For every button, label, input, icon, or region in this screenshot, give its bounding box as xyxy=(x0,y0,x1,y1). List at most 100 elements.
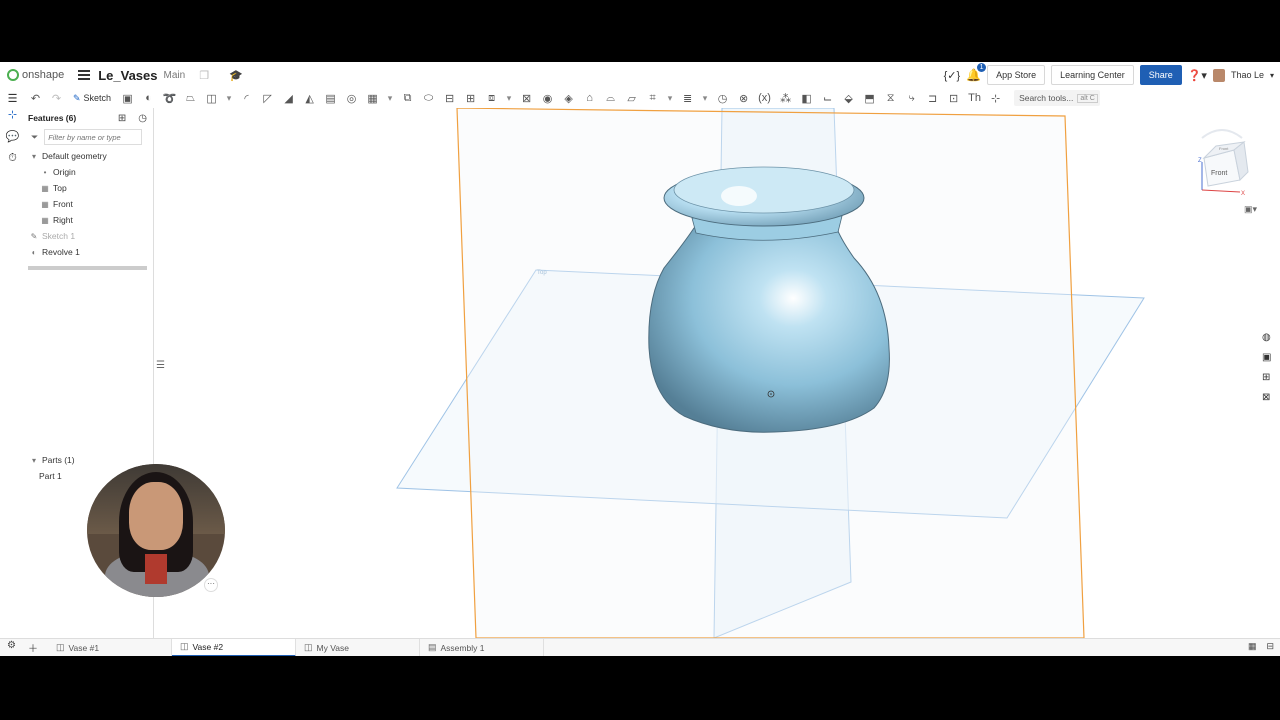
default-geometry-item[interactable]: ▾ Default geometry xyxy=(25,148,153,164)
front-plane-item[interactable]: ▦ Front xyxy=(25,196,153,212)
chevron-down-icon[interactable]: ▾ xyxy=(222,93,236,104)
transform-icon[interactable]: ⊞ xyxy=(460,92,481,105)
graphics-viewport[interactable]: Top xyxy=(154,107,1280,639)
delete-part-icon[interactable]: ⊠ xyxy=(516,92,537,105)
copy-icon[interactable]: ❐ xyxy=(199,69,209,82)
chevron-down-icon[interactable]: ▾ xyxy=(502,93,516,104)
sheet-metal-icon[interactable]: ◧ xyxy=(796,92,817,105)
form-icon[interactable]: ⤷ xyxy=(901,92,922,105)
section-icon[interactable]: ⊗ xyxy=(733,92,754,105)
tab-manager-icon[interactable]: ⚙ xyxy=(7,640,16,655)
sweep-icon[interactable]: ➰ xyxy=(159,92,180,105)
composite-part-icon[interactable]: ⁂ xyxy=(775,92,796,105)
frame-icon[interactable]: ⬙ xyxy=(838,92,859,105)
mate-connector-icon[interactable]: ⌗ xyxy=(642,92,663,105)
sketch-1-item[interactable]: ✎ Sketch 1 xyxy=(25,228,153,244)
revolve-icon[interactable]: ◐ xyxy=(138,92,159,104)
shell-icon[interactable]: ▤ xyxy=(320,92,341,105)
move-face-icon[interactable]: ◈ xyxy=(558,92,579,105)
loft-icon[interactable]: ⏢ xyxy=(180,92,201,105)
helix-icon[interactable]: ≣ xyxy=(677,92,698,105)
user-avatar[interactable] xyxy=(1212,68,1225,82)
flange-icon[interactable]: ⌙ xyxy=(817,92,838,105)
view-cube[interactable]: Front Front Z X ▣▾ xyxy=(1192,120,1272,220)
variables-icon[interactable]: {✓} xyxy=(944,69,961,82)
chamfer-icon[interactable]: ◸ xyxy=(257,92,278,105)
bend-icon[interactable]: ⧖ xyxy=(880,92,901,105)
fillet-icon[interactable]: ◜ xyxy=(236,92,257,105)
add-tab-icon[interactable]: ＋ xyxy=(28,640,38,655)
search-tools-input[interactable]: Search tools... alt C xyxy=(1014,90,1101,106)
hole-icon[interactable]: ◎ xyxy=(341,92,362,105)
modify-fillet-icon[interactable]: ◉ xyxy=(537,92,558,105)
hamburger-menu-icon[interactable] xyxy=(78,70,91,80)
app-store-button[interactable]: App Store xyxy=(987,65,1046,85)
help-icon[interactable]: ❓▾ xyxy=(1188,69,1207,82)
rollback-bar[interactable] xyxy=(28,266,147,270)
tab-vase-1[interactable]: ◫ Vase #1 xyxy=(48,638,172,656)
notifications-icon[interactable]: 🔔 1 xyxy=(966,63,987,82)
chevron-down-icon[interactable]: ▾ xyxy=(29,456,39,465)
panel-collapse-icon[interactable]: ☰ xyxy=(156,360,165,371)
extrude-icon[interactable]: ▣ xyxy=(117,92,138,105)
add-folder-icon[interactable]: ⊞ xyxy=(118,113,126,124)
model-canvas[interactable]: Top xyxy=(154,107,1280,639)
replace-face-icon[interactable]: ⌂ xyxy=(579,92,600,104)
origin-item[interactable]: • Origin xyxy=(25,164,153,180)
branch-label[interactable]: Main xyxy=(164,70,186,81)
more-options-icon[interactable]: ··· xyxy=(204,578,218,592)
thread-icon[interactable]: Th xyxy=(964,92,985,104)
top-plane-item[interactable]: ▦ Top xyxy=(25,180,153,196)
onshape-logo[interactable]: onshape xyxy=(7,69,64,81)
mate-icon[interactable]: ⊹ xyxy=(0,108,25,130)
feature-list-icon[interactable]: ☰ xyxy=(0,92,25,105)
plane-icon[interactable]: ▱ xyxy=(621,92,642,105)
variables-panel-icon[interactable]: ⊠ xyxy=(1262,392,1270,403)
variable-icon[interactable]: (x) xyxy=(754,92,775,104)
units-icon[interactable]: ⊟ xyxy=(1266,641,1274,652)
share-button[interactable]: Share xyxy=(1139,65,1182,85)
measure-icon[interactable]: ◷ xyxy=(712,92,733,105)
redo-icon[interactable]: ↷ xyxy=(46,92,67,105)
filter-input[interactable] xyxy=(44,129,143,145)
tab-icon[interactable]: ⬒ xyxy=(859,92,880,105)
chevron-down-icon[interactable]: ▾ xyxy=(29,152,39,161)
undo-icon[interactable]: ↶ xyxy=(25,92,46,105)
tab-my-vase[interactable]: ◫ My Vase xyxy=(296,638,420,656)
sketch-button[interactable]: ✎ Sketch xyxy=(67,93,117,104)
graduation-cap-icon[interactable]: 🎓 xyxy=(229,69,243,82)
tab-assembly-1[interactable]: ▤ Assembly 1 xyxy=(420,638,544,656)
split-icon[interactable]: ⊟ xyxy=(439,92,460,105)
rib-icon[interactable]: ◭ xyxy=(299,92,320,105)
grid-view-icon[interactable]: ▦ xyxy=(1248,641,1257,652)
chevron-down-icon[interactable]: ▾ xyxy=(383,93,397,104)
revolve-1-item[interactable]: ◐ Revolve 1 xyxy=(25,244,153,260)
webcam-overlay xyxy=(87,464,225,597)
chevron-down-icon[interactable]: ▾ xyxy=(698,93,712,104)
learning-center-button[interactable]: Learning Center xyxy=(1051,65,1134,85)
comments-icon[interactable]: 💬 xyxy=(0,130,25,152)
tab-vase-2[interactable]: ◫ Vase #2 xyxy=(172,638,296,656)
linear-pattern-icon[interactable]: ▦ xyxy=(362,92,383,105)
boolean-icon[interactable]: ⬭ xyxy=(418,92,439,105)
parts-view-icon[interactable]: ▣ xyxy=(1262,352,1271,363)
corner-icon[interactable]: ⊐ xyxy=(922,92,943,105)
chevron-down-icon[interactable]: ▾ xyxy=(1270,71,1274,80)
thicken-icon[interactable]: ◫ xyxy=(201,92,222,105)
mirror-icon[interactable]: ⧉ xyxy=(397,92,418,105)
pattern-icon[interactable]: ⧈ xyxy=(481,92,502,105)
rollback-clock-icon[interactable]: ◷ xyxy=(138,113,147,124)
history-icon[interactable]: ⏱ xyxy=(0,152,25,174)
custom-feature-icon[interactable]: ⊹ xyxy=(985,92,1006,105)
draft-icon[interactable]: ◢ xyxy=(278,92,299,105)
user-menu[interactable]: Thao Le xyxy=(1231,70,1264,80)
feature-toolbar: ☰ ↶ ↷ ✎ Sketch ▣ ◐ ➰ ⏢ ◫ ▾ ◜ ◸ ◢ ◭ ▤ ◎ ▦… xyxy=(0,88,1280,108)
filter-icon[interactable]: ⏷ xyxy=(31,132,38,143)
appearance-icon[interactable]: ◍ xyxy=(1262,332,1271,343)
right-plane-item[interactable]: ▦ Right xyxy=(25,212,153,228)
chevron-down-icon[interactable]: ▾ xyxy=(663,93,677,104)
finish-icon[interactable]: ⊡ xyxy=(943,92,964,105)
document-title[interactable]: Le_Vases xyxy=(98,68,157,83)
configurations-icon[interactable]: ⊞ xyxy=(1262,372,1270,383)
offset-surface-icon[interactable]: ⌓ xyxy=(600,92,621,105)
